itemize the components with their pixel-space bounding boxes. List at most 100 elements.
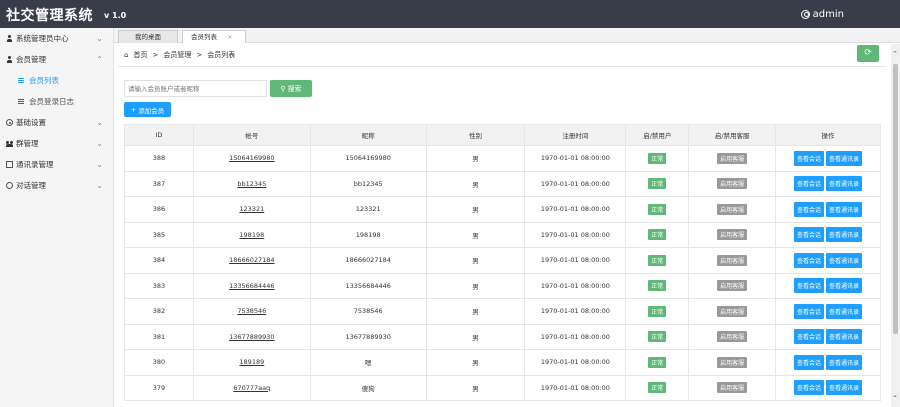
cell-account-link[interactable]: 189189 (192, 349, 311, 376)
cell-cs-status: 启用客服 (688, 272, 777, 299)
chat-icon (6, 182, 13, 189)
cell-gender: 男 (425, 298, 526, 325)
cell-gender: 男 (425, 196, 526, 223)
cell-nickname: 15064169980 (309, 145, 427, 172)
sidebar-subitem-login-log[interactable]: 会员登录日志 (0, 91, 113, 112)
cell-cs-status: 启用客服 (688, 323, 777, 350)
status-badge[interactable]: 正常 (648, 356, 667, 368)
status-badge[interactable]: 正常 (648, 382, 667, 394)
cell-account-link[interactable]: 198198 (192, 221, 311, 248)
cell-account-link[interactable]: 123321 (192, 196, 311, 223)
scroll-up-icon[interactable]: ⌃ (892, 50, 898, 58)
view-sessions-button[interactable]: 查看会话 (794, 303, 825, 319)
breadcrumb-level1[interactable]: 会员管理 (163, 50, 191, 60)
status-badge[interactable]: 正常 (648, 178, 667, 190)
sidebar-item-dialog-management[interactable]: 对话管理 ⌄ (0, 175, 113, 196)
view-contacts-button[interactable]: 查看通讯录 (826, 176, 863, 192)
cell-account-link[interactable]: 13677889930 (192, 323, 311, 350)
tab-member-list[interactable]: 会员列表 × (182, 30, 246, 43)
view-sessions-button[interactable]: 查看会话 (794, 150, 825, 166)
sidebar-subitem-label: 会员登录日志 (29, 97, 74, 106)
cell-account-link[interactable]: 7538546 (192, 298, 311, 325)
cell-user-status: 正常 (625, 272, 690, 299)
sidebar-item-member-management[interactable]: 会员管理 ⌃ (0, 49, 113, 70)
view-sessions-button[interactable]: 查看会话 (794, 252, 825, 268)
gear-icon (6, 119, 13, 126)
app-title: 社交管理系统 (6, 8, 93, 24)
cell-cs-status: 启用客服 (688, 145, 777, 172)
status-badge[interactable]: 正常 (648, 280, 667, 292)
table-row: 379 670777aaq 傻狗男 1970-01-01 08:00:00 正常 启用客服… (124, 374, 881, 401)
status-badge[interactable]: 正常 (648, 305, 667, 317)
view-sessions-button[interactable]: 查看会话 (794, 380, 825, 396)
status-badge[interactable]: 正常 (648, 203, 667, 215)
table-row: 387 bb12345 bb12345 男 1970-01-01 08:00:00 正常启… (124, 170, 881, 197)
enable-cs-badge[interactable]: 启用客服 (717, 280, 748, 292)
cell-account-link[interactable]: bb12345 (192, 170, 311, 197)
list-icon (18, 77, 25, 84)
cell-reg-time: 1970-01-01 08:00:00 (524, 221, 627, 248)
enable-cs-badge[interactable]: 启用客服 (717, 178, 748, 190)
sidebar-item-basic-settings[interactable]: 基础设置 ⌄ (0, 112, 113, 133)
cell-account-link[interactable]: 13356684446 (192, 272, 311, 299)
enable-cs-badge[interactable]: 启用客服 (717, 203, 748, 215)
cell-id: 385 (124, 221, 194, 248)
breadcrumb-home[interactable]: 首页 (133, 50, 147, 60)
cell-reg-time: 1970-01-01 08:00:00 (524, 196, 627, 223)
view-contacts-button[interactable]: 查看通讯录 (826, 354, 863, 370)
cell-actions: 查看会话 查看通讯录 (775, 374, 881, 401)
sidebar-subitem-member-list[interactable]: 会员列表 (0, 70, 113, 91)
view-contacts-button[interactable]: 查看通讯录 (826, 201, 863, 217)
column-header-gender: 性别 (425, 124, 526, 146)
search-button[interactable]: ⚲ 搜索 (270, 80, 312, 97)
cell-cs-status: 启用客服 (688, 349, 777, 376)
user-menu[interactable]: admin (800, 9, 844, 20)
status-badge[interactable]: 正常 (648, 152, 667, 164)
sidebar-item-admin-center[interactable]: 系统管理员中心 ⌄ (0, 28, 113, 49)
view-contacts-button[interactable]: 查看通讯录 (826, 278, 863, 294)
view-contacts-button[interactable]: 查看通讯录 (826, 150, 863, 166)
sidebar-item-group-management[interactable]: 群管理 ⌄ (0, 133, 113, 154)
cell-account-link[interactable]: 670777aaq (192, 374, 311, 401)
search-input[interactable] (124, 80, 267, 97)
view-sessions-button[interactable]: 查看会话 (794, 176, 825, 192)
close-icon[interactable]: × (227, 33, 232, 41)
status-badge[interactable]: 正常 (648, 229, 667, 241)
enable-cs-badge[interactable]: 启用客服 (717, 356, 748, 368)
cell-reg-time: 1970-01-01 08:00:00 (524, 170, 627, 197)
column-header-actions: 操作 (775, 124, 881, 146)
status-badge[interactable]: 正常 (648, 254, 667, 266)
member-table: ID 帐号 昵称 性别 注册时间 启/禁用户 启/禁用客服 操作 388 1506… (124, 124, 881, 401)
enable-cs-badge[interactable]: 启用客服 (717, 382, 748, 394)
view-sessions-button[interactable]: 查看会话 (794, 227, 825, 243)
view-sessions-button[interactable]: 查看会话 (794, 278, 825, 294)
cell-nickname: 123321 (309, 196, 427, 223)
scrollbar[interactable]: ⌃ ⌄ (891, 44, 900, 407)
status-badge[interactable]: 正常 (648, 331, 667, 343)
sidebar-item-contacts-management[interactable]: 通讯录管理 ⌄ (0, 154, 113, 175)
table-row: 388 15064169980 15064169980 男 1970-01-01 08:… (124, 145, 881, 172)
enable-cs-badge[interactable]: 启用客服 (717, 229, 748, 241)
enable-cs-badge[interactable]: 启用客服 (717, 152, 748, 164)
add-member-button[interactable]: + 添加会员 (124, 102, 171, 117)
view-contacts-button[interactable]: 查看通讯录 (826, 329, 863, 345)
enable-cs-badge[interactable]: 启用客服 (717, 254, 748, 266)
chevron-down-icon: ⌄ (96, 181, 103, 190)
scroll-down-icon[interactable]: ⌄ (892, 391, 898, 399)
cell-account-link[interactable]: 18666027184 (192, 247, 311, 274)
view-sessions-button[interactable]: 查看会话 (794, 354, 825, 370)
view-contacts-button[interactable]: 查看通讯录 (826, 252, 863, 268)
view-contacts-button[interactable]: 查看通讯录 (826, 227, 863, 243)
enable-cs-badge[interactable]: 启用客服 (717, 305, 748, 317)
cell-cs-status: 启用客服 (688, 374, 777, 401)
view-contacts-button[interactable]: 查看通讯录 (826, 303, 863, 319)
plus-icon: + (130, 105, 137, 114)
view-contacts-button[interactable]: 查看通讯录 (826, 380, 863, 396)
refresh-button[interactable]: ⟳ (857, 45, 879, 62)
view-sessions-button[interactable]: 查看会话 (794, 329, 825, 345)
cell-account-link[interactable]: 15064169980 (192, 145, 311, 172)
view-sessions-button[interactable]: 查看会话 (794, 201, 825, 217)
tab-my-desktop[interactable]: 我的桌面 (118, 30, 178, 43)
enable-cs-badge[interactable]: 启用客服 (717, 331, 748, 343)
scrollbar-thumb[interactable] (893, 64, 898, 334)
